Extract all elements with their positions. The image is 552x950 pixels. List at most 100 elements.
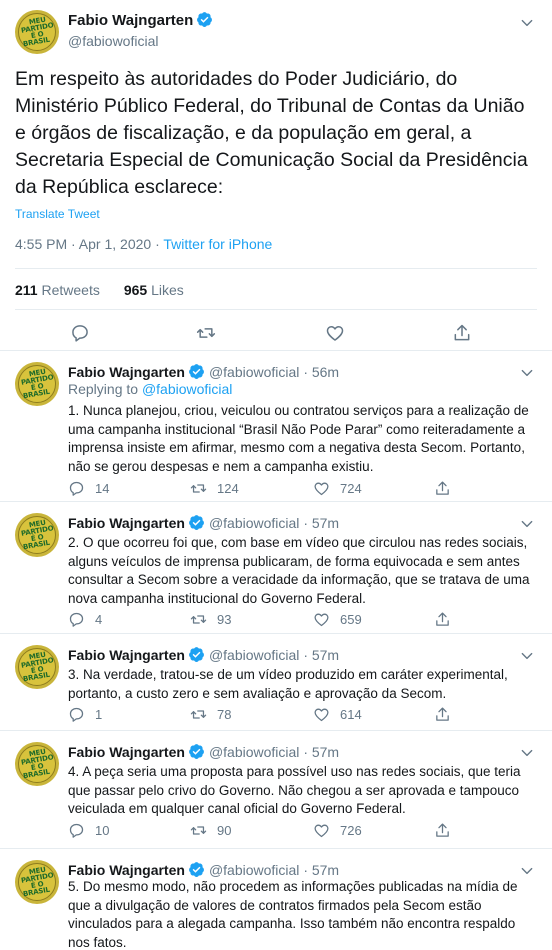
avatar[interactable]: MEU PARTIDO É O BRASIL [15,645,59,689]
share-icon[interactable] [452,323,472,343]
avatar-text: BRASIL [22,767,51,781]
reply-tweet[interactable]: MEU PARTIDO É O BRASIL Fabio Wajngarten @… [0,732,552,849]
reply-tweet[interactable]: MEU PARTIDO É O BRASIL Fabio Wajngarten @… [0,503,552,634]
chevron-down-icon[interactable] [520,746,534,760]
like-count: 614 [340,707,362,722]
avatar-badge: MEU PARTIDO É O BRASIL [18,863,56,901]
reply-action[interactable]: 1 [68,706,102,723]
avatar-badge: MEU PARTIDO É O BRASIL [18,648,56,686]
retweet-action[interactable]: 90 [190,822,231,839]
source-link[interactable]: Twitter for iPhone [163,236,272,252]
verified-badge-icon [188,515,204,530]
tweet-actions: 1 78 614 [68,706,488,726]
reply-icon[interactable] [70,323,90,343]
author-handle[interactable]: @fabiowoficial [209,862,299,878]
author-name[interactable]: Fabio Wajngarten [68,647,185,663]
author-handle[interactable]: @fabiowoficial [209,647,299,663]
chevron-down-icon[interactable] [520,864,534,878]
chevron-down-icon[interactable] [520,649,534,663]
like-icon[interactable] [325,323,345,343]
tweet-time[interactable]: · 57m [303,647,339,663]
translate-tweet-link[interactable]: Translate Tweet [15,207,100,221]
tweet-text: 5. Do mesmo modo, não procedem as inform… [68,879,518,950]
avatar-text: BRASIL [22,885,51,899]
share-action[interactable] [434,480,461,497]
avatar[interactable]: MEU PARTIDO É O BRASIL [15,860,59,904]
author-name[interactable]: Fabio Wajngarten [68,12,193,29]
replying-to-mention[interactable]: @fabiowoficial [142,381,232,397]
divider [15,268,537,269]
reply-action[interactable]: 4 [68,611,102,628]
retweets-stat[interactable]: 211 Retweets [15,282,100,298]
reply-header: Fabio Wajngarten @fabiowoficial · 57m [68,514,339,531]
author-handle[interactable]: @fabiowoficial [209,515,299,531]
author-name[interactable]: Fabio Wajngarten [68,364,185,380]
avatar-badge: MEU PARTIDO É O BRASIL [18,745,56,783]
tweet-actions: 10 90 726 [68,822,488,842]
like-icon [314,613,329,627]
reply-action[interactable]: 14 [68,480,109,497]
avatar-text: BRASIL [22,387,51,401]
tweet-time[interactable]: · 57m [303,744,339,760]
avatar-text: BRASIL [22,670,51,684]
tweet-meta: 4:55 PM · Apr 1, 2020 · Twitter for iPho… [15,236,272,252]
tweet-time[interactable]: · 56m [303,364,339,380]
reply-count: 14 [95,481,110,496]
retweets-count: 211 [15,282,38,298]
retweet-count: 90 [217,823,232,838]
tweet-actions: 14 124 724 [68,480,488,500]
like-icon [314,708,329,722]
retweet-count: 124 [217,481,239,496]
reply-action[interactable]: 10 [68,822,109,839]
like-action[interactable]: 724 [313,480,362,497]
likes-stat[interactable]: 965 Likes [124,282,184,298]
chevron-down-icon[interactable] [520,366,534,380]
author-handle[interactable]: @fabiowoficial [209,744,299,760]
author-handle[interactable]: @fabiowoficial [209,364,299,380]
main-tweet: MEU PARTIDO É O BRASIL Fabio Wajngarten … [0,0,552,351]
author-name[interactable]: Fabio Wajngarten [68,744,185,760]
share-icon [436,823,449,837]
like-icon [314,824,329,838]
likes-label: Likes [151,282,184,298]
avatar-text: BRASIL [22,35,51,49]
reply-tweet[interactable]: MEU PARTIDO É O BRASIL Fabio Wajngarten @… [0,352,552,502]
like-action[interactable]: 659 [313,611,362,628]
avatar-badge: MEU PARTIDO É O BRASIL [18,13,56,51]
share-action[interactable] [434,706,461,723]
replying-to: Replying to @fabiowoficial [68,381,232,397]
reply-header: Fabio Wajngarten @fabiowoficial · 57m [68,861,339,878]
retweet-icon [190,710,207,719]
tweet-text: 4. A peça seria uma proposta para possív… [68,764,521,816]
like-action[interactable]: 726 [313,822,362,839]
retweet-action[interactable]: 78 [190,706,231,723]
retweet-icon[interactable] [196,323,216,343]
verified-badge-icon [188,647,204,662]
like-count: 726 [340,823,362,838]
avatar[interactable]: MEU PARTIDO É O BRASIL [15,742,59,786]
avatar[interactable]: MEU PARTIDO É O BRASIL [15,513,59,557]
tweet-time[interactable]: · 57m [303,515,339,531]
tweet-text: 3. Na verdade, tratou-se de um vídeo pro… [68,667,508,701]
like-count: 724 [340,481,362,496]
retweet-action[interactable]: 93 [190,611,231,628]
chevron-down-icon[interactable] [520,517,534,531]
chevron-down-icon[interactable] [520,16,534,30]
like-action[interactable]: 614 [313,706,362,723]
avatar[interactable]: MEU PARTIDO É O BRASIL [15,10,59,54]
engagement-stats: 211 Retweets 965 Likes [15,282,184,298]
author-name[interactable]: Fabio Wajngarten [68,515,185,531]
timestamp[interactable]: 4:55 PM · Apr 1, 2020 · [15,236,163,252]
reply-tweet[interactable]: MEU PARTIDO É O BRASIL Fabio Wajngarten @… [0,635,552,731]
share-icon [436,707,449,721]
avatar[interactable]: MEU PARTIDO É O BRASIL [15,362,59,406]
retweet-action[interactable]: 124 [190,480,239,497]
author-name-row[interactable]: Fabio Wajngarten [68,11,213,30]
tweet-time[interactable]: · 57m [303,862,339,878]
reply-tweet[interactable]: MEU PARTIDO É O BRASIL Fabio Wajngarten @… [0,850,552,950]
retweet-icon [190,484,207,493]
share-action[interactable] [434,822,461,839]
author-handle[interactable]: @fabiowoficial [68,33,158,49]
share-action[interactable] [434,611,461,628]
author-name[interactable]: Fabio Wajngarten [68,862,185,878]
